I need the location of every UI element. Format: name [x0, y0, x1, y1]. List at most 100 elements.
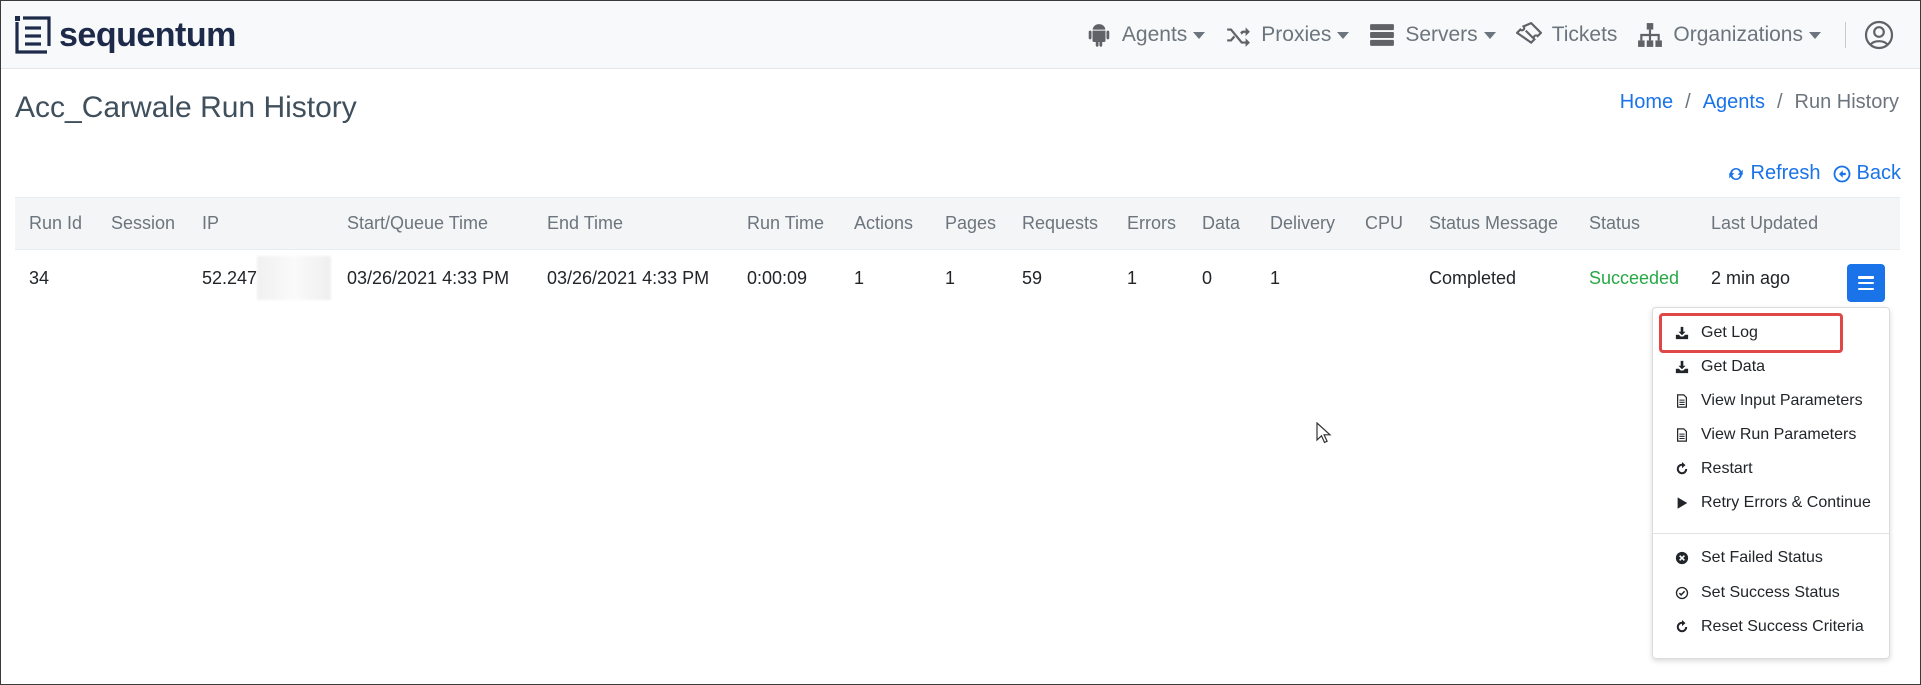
menu-item-view-run-parameters[interactable]: View Run Parameters [1653, 418, 1889, 452]
breadcrumb: Home / Agents / Run History [1620, 91, 1899, 114]
header-actions[interactable]: Actions [854, 198, 913, 249]
page-title: Acc_Carwale Run History [15, 91, 357, 124]
header-cpu[interactable]: CPU [1365, 198, 1403, 249]
cell-errors: 1 [1127, 267, 1138, 288]
cell-run-id: 34 [29, 267, 50, 288]
header-status[interactable]: Status [1589, 198, 1640, 249]
check-circle-icon [1675, 586, 1689, 600]
file-icon [1677, 394, 1687, 408]
menu-label: Get Data [1701, 358, 1766, 375]
nav-label-organizations: Organizations [1673, 23, 1803, 46]
status-badge: Succeeded [1589, 267, 1680, 288]
nav-item-agents[interactable]: Agents [1086, 1, 1206, 69]
user-circle-icon[interactable] [1864, 20, 1894, 50]
menu-label: Set Success Status [1701, 584, 1840, 601]
nav-label-agents: Agents [1121, 23, 1188, 46]
header-ip[interactable]: IP [202, 198, 219, 249]
sitemap-icon [1638, 23, 1663, 47]
menu-item-get-data[interactable]: Get Data [1653, 350, 1889, 384]
breadcrumb-current: Run History [1794, 91, 1899, 113]
refresh-label: Refresh [1750, 162, 1821, 184]
caret-down-icon [1483, 31, 1496, 39]
header-requests[interactable]: Requests [1022, 198, 1098, 249]
menu-item-set-failed-status[interactable]: Set Failed Status [1653, 541, 1889, 575]
header-end-time[interactable]: End Time [547, 198, 623, 249]
times-circle-icon [1675, 551, 1689, 565]
header-start-time[interactable]: Start/Queue Time [347, 198, 488, 249]
top-navbar: sequentum Agents Proxies Servers Tickets… [1, 1, 1920, 69]
redo-icon [1676, 620, 1688, 633]
cell-last-updated: 2 min ago [1711, 267, 1791, 288]
breadcrumb-agents[interactable]: Agents [1703, 91, 1765, 114]
menu-item-set-success-status[interactable]: Set Success Status [1653, 576, 1889, 610]
sequentum-logo-icon [15, 16, 51, 54]
menu-item-get-log[interactable]: Get Log [1659, 313, 1843, 353]
table-header-row: Run Id Session IP Start/Queue Time End T… [15, 197, 1900, 250]
ip-redaction-blur [257, 256, 332, 300]
server-icon [1370, 24, 1395, 46]
header-delivery[interactable]: Delivery [1270, 198, 1335, 249]
cell-pages: 1 [945, 267, 956, 288]
android-icon [1088, 24, 1110, 47]
menu-item-view-input-parameters[interactable]: View Input Parameters [1653, 384, 1889, 418]
row-actions-dropdown: Get Log Get Data View Input Parameters V… [1652, 307, 1890, 659]
header-run-id[interactable]: Run Id [29, 198, 82, 249]
breadcrumb-separator: / [1776, 91, 1783, 113]
refresh-button[interactable]: Refresh [1727, 162, 1821, 185]
menu-label: Set Failed Status [1701, 549, 1823, 566]
caret-down-icon [1337, 31, 1350, 39]
cell-ip-text: 52.247 [202, 267, 258, 288]
header-errors[interactable]: Errors [1127, 198, 1176, 249]
download-icon [1675, 326, 1689, 340]
brand-logo[interactable]: sequentum [15, 15, 236, 55]
header-session[interactable]: Session [111, 198, 175, 249]
play-icon [1677, 497, 1688, 509]
redo-icon [1676, 462, 1688, 475]
cell-status-message: Completed [1429, 267, 1517, 288]
header-last-updated[interactable]: Last Updated [1711, 198, 1818, 249]
header-run-time[interactable]: Run Time [747, 198, 824, 249]
back-button[interactable]: Back [1833, 162, 1901, 185]
menu-item-restart[interactable]: Restart [1653, 452, 1889, 486]
row-menu-button[interactable] [1847, 264, 1885, 302]
bars-icon [1858, 276, 1874, 290]
page-actions: Refresh Back [1715, 162, 1901, 185]
nav-item-organizations[interactable]: Organizations [1637, 1, 1821, 69]
menu-label: Reset Success Criteria [1701, 618, 1864, 635]
nav-item-servers[interactable]: Servers [1369, 1, 1496, 69]
cell-actions: 1 [854, 267, 865, 288]
menu-label: View Input Parameters [1701, 392, 1863, 409]
caret-down-icon [1193, 31, 1206, 39]
nav-item-tickets[interactable]: Tickets [1515, 1, 1618, 69]
menu-label: Get Log [1701, 324, 1758, 341]
table-row: 34 52.247 03/26/2021 4:33 PM 03/26/2021 … [15, 250, 1900, 306]
back-label: Back [1856, 162, 1901, 184]
header-pages[interactable]: Pages [945, 198, 996, 249]
caret-down-icon [1809, 31, 1821, 39]
cell-end-time: 03/26/2021 4:33 PM [547, 267, 710, 288]
breadcrumb-home[interactable]: Home [1620, 91, 1673, 114]
menu-item-reset-success-criteria[interactable]: Reset Success Criteria [1653, 610, 1889, 644]
header-status-message[interactable]: Status Message [1429, 198, 1558, 249]
breadcrumb-separator: / [1685, 91, 1691, 113]
nav-item-proxies[interactable]: Proxies [1225, 1, 1350, 69]
header-data[interactable]: Data [1202, 198, 1240, 249]
mouse-cursor-icon [1316, 422, 1332, 444]
cell-start-time: 03/26/2021 4:33 PM [347, 267, 510, 288]
cell-requests: 59 [1022, 267, 1043, 288]
brand-name: sequentum [59, 15, 236, 54]
cell-data: 0 [1202, 267, 1213, 288]
menu-label: Restart [1701, 460, 1753, 477]
download-icon [1675, 360, 1689, 374]
file-icon [1677, 428, 1687, 442]
nav-menu: Agents Proxies Servers Tickets Organizat… [1086, 1, 1920, 69]
nav-label-servers: Servers [1405, 23, 1478, 46]
cell-ip: 52.247 [202, 250, 332, 306]
menu-item-retry-errors-continue[interactable]: Retry Errors & Continue [1653, 486, 1889, 520]
menu-label: View Run Parameters [1701, 426, 1857, 443]
nav-label-tickets: Tickets [1551, 23, 1618, 46]
menu-divider [1653, 533, 1889, 534]
nav-divider [1845, 22, 1846, 48]
ticket-icon [1515, 22, 1542, 44]
sync-icon [1728, 167, 1743, 180]
